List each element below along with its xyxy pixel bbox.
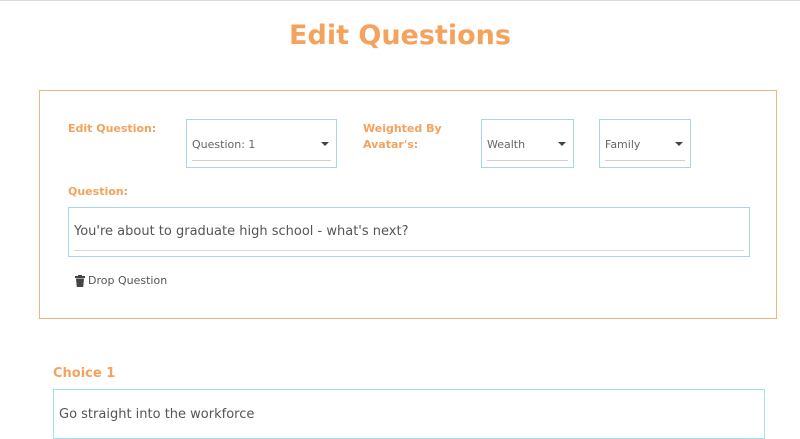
wealth-select-value: Wealth bbox=[487, 138, 526, 151]
weighted-label-line1: Weighted By bbox=[363, 122, 442, 135]
weighted-label-line2: Avatar's: bbox=[363, 138, 419, 151]
caret-down-icon bbox=[558, 142, 566, 146]
family-select-value: Family bbox=[605, 138, 641, 151]
edit-question-panel: Edit Question: Question: 1 Weighted By A… bbox=[39, 90, 777, 319]
choice-1-label: Choice 1 bbox=[53, 366, 116, 381]
question-select-value: Question: 1 bbox=[192, 138, 256, 151]
select-underline bbox=[605, 160, 685, 161]
question-select[interactable]: Question: 1 bbox=[186, 119, 337, 168]
input-underline bbox=[74, 250, 744, 251]
question-text-input[interactable]: You're about to graduate high school - w… bbox=[68, 207, 750, 257]
drop-question-label: Drop Question bbox=[88, 274, 168, 287]
caret-down-icon bbox=[321, 142, 329, 146]
choice-1-input[interactable]: Go straight into the workforce bbox=[53, 389, 765, 439]
question-text-value: You're about to graduate high school - w… bbox=[74, 224, 409, 239]
page-title: Edit Questions bbox=[289, 20, 511, 51]
wealth-select[interactable]: Wealth bbox=[481, 119, 574, 168]
edit-question-label: Edit Question: bbox=[68, 122, 157, 135]
choice-1-value: Go straight into the workforce bbox=[59, 407, 255, 422]
weighted-by-label: Weighted By Avatar's: bbox=[363, 121, 442, 153]
drop-question-button[interactable]: Drop Question bbox=[75, 274, 167, 287]
caret-down-icon bbox=[675, 142, 683, 146]
select-underline bbox=[487, 160, 568, 161]
question-label: Question: bbox=[68, 185, 129, 198]
family-select[interactable]: Family bbox=[599, 119, 691, 168]
top-divider bbox=[0, 0, 800, 1]
trash-icon bbox=[75, 274, 85, 287]
select-underline bbox=[192, 160, 331, 161]
